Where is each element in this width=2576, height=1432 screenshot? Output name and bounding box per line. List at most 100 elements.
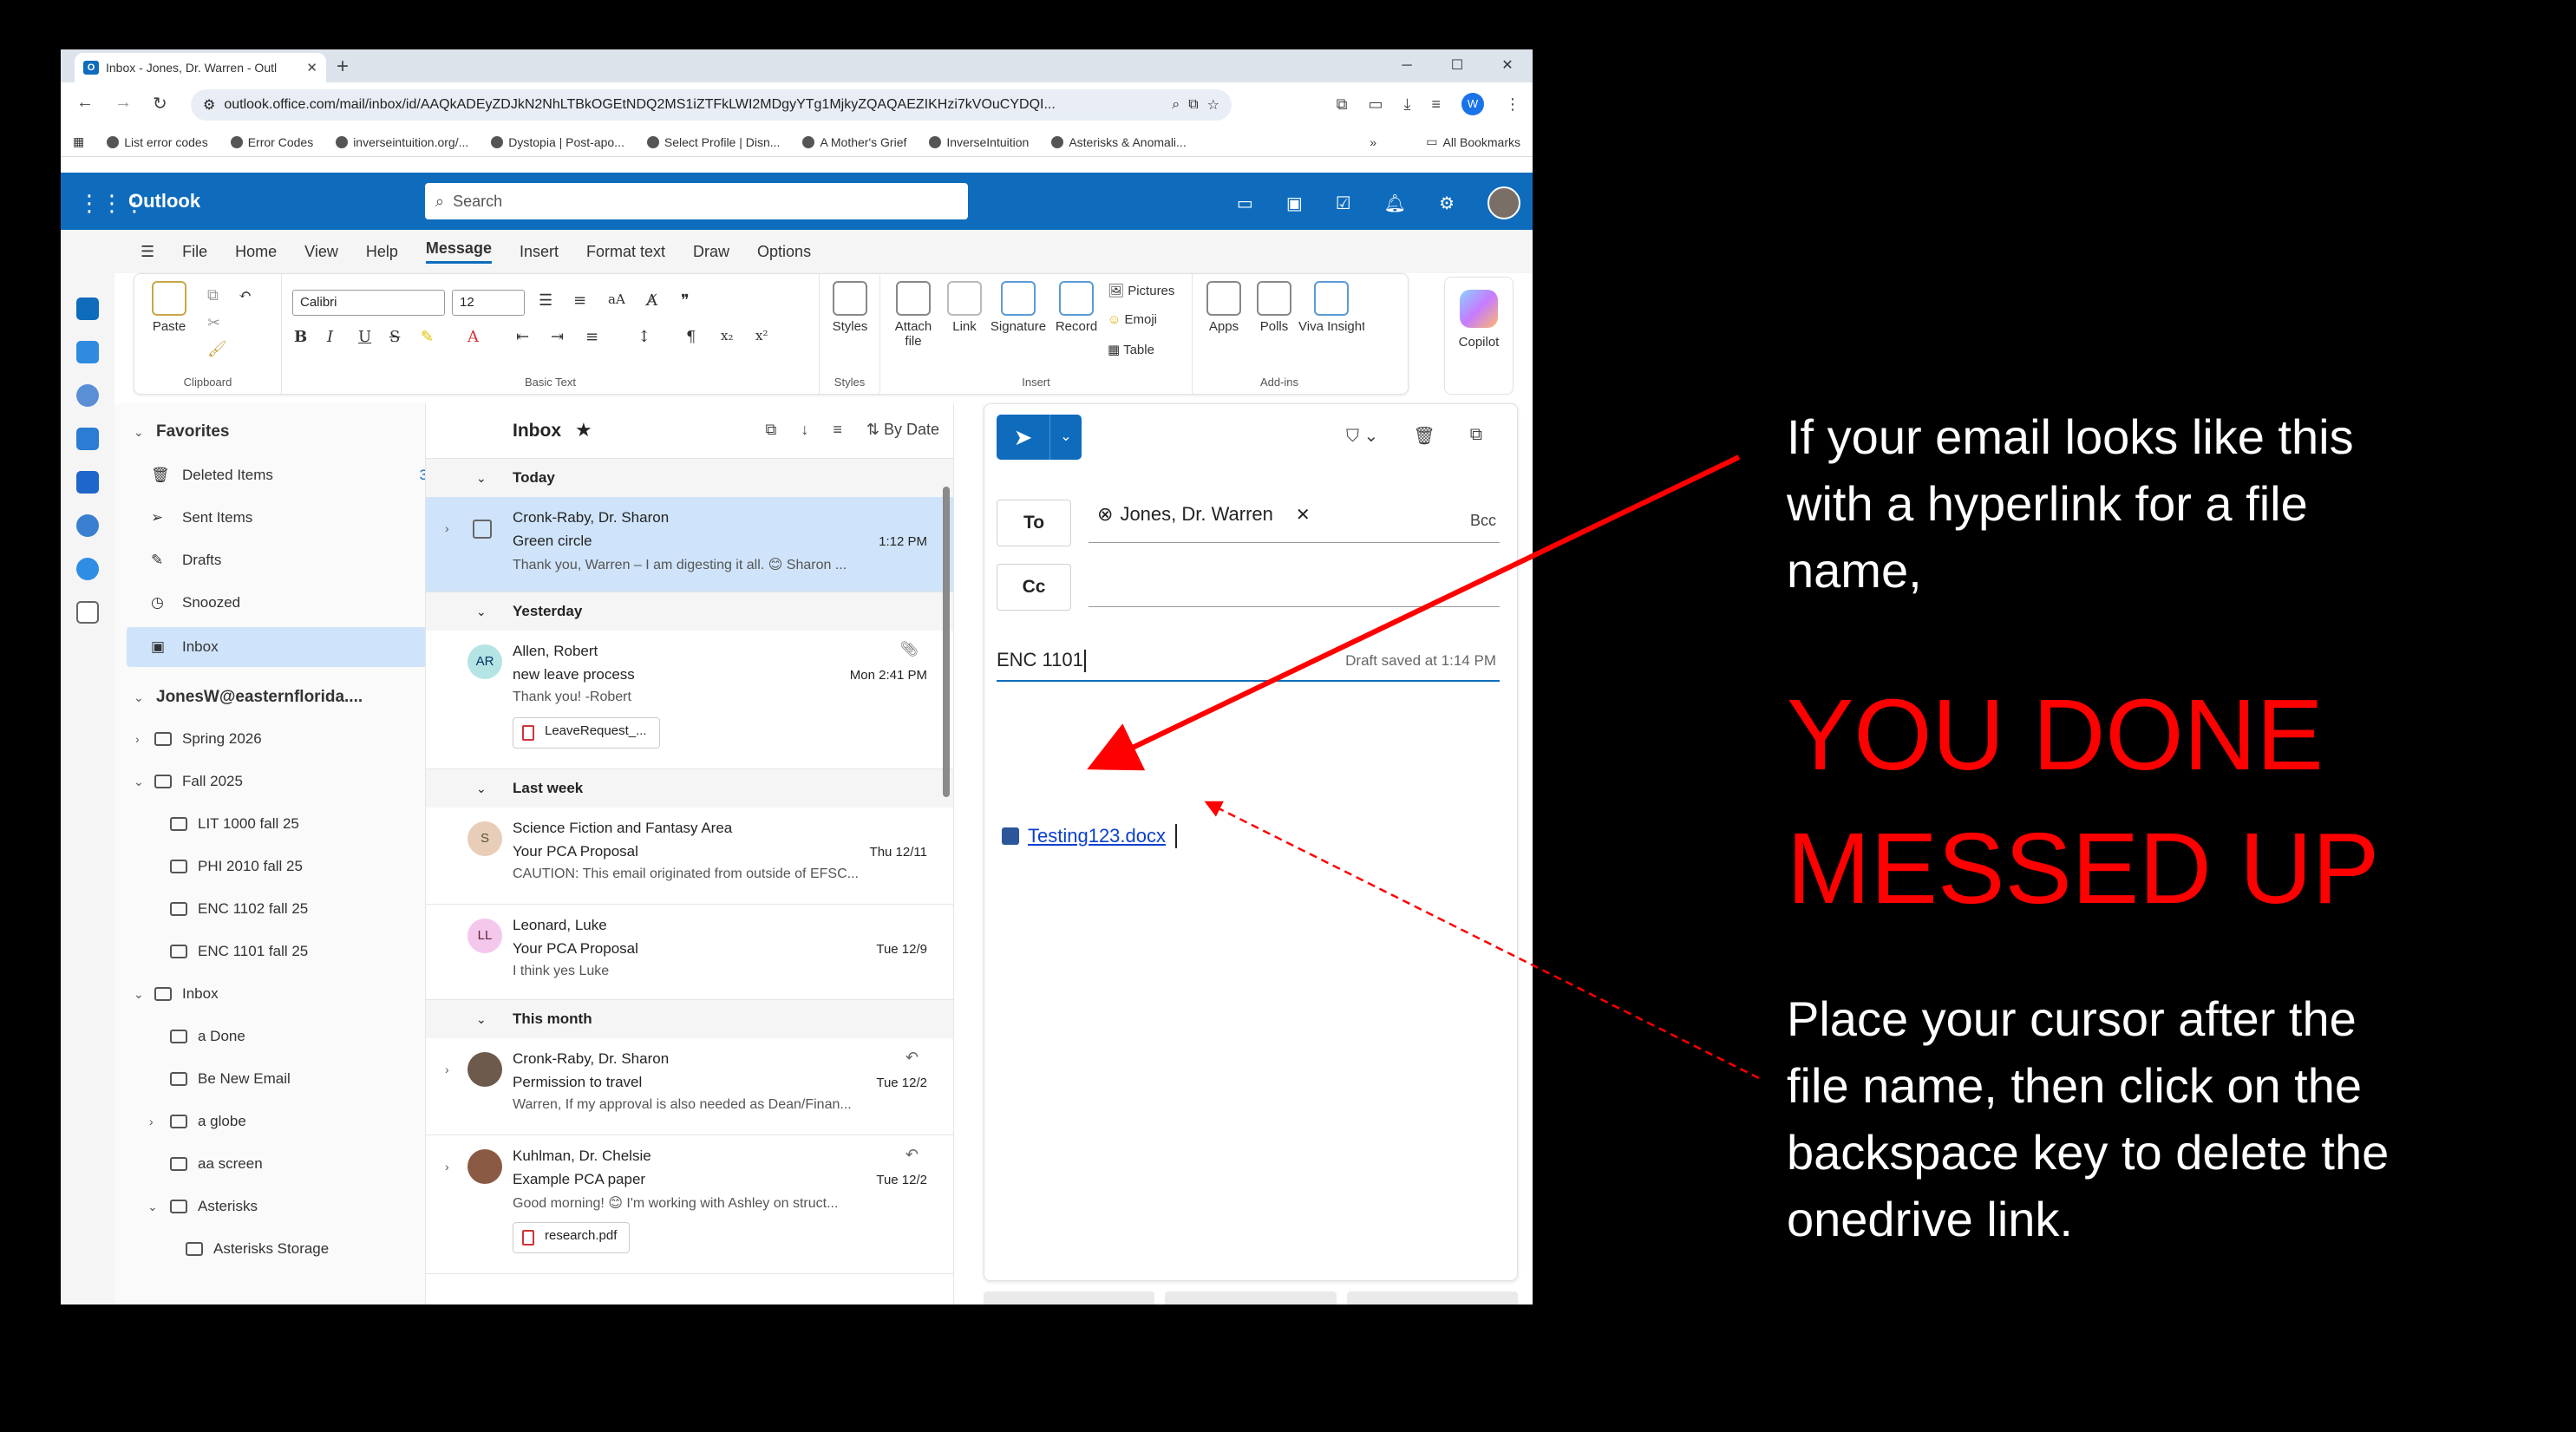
minimize-icon[interactable]: ─ bbox=[1382, 49, 1432, 82]
chevron-right-icon[interactable]: › bbox=[445, 521, 449, 535]
sort-button[interactable]: ⇅ By Date bbox=[866, 421, 939, 439]
record-button[interactable]: Record bbox=[1050, 281, 1102, 334]
attachment-chip[interactable]: LeaveRequest_... bbox=[513, 717, 660, 749]
pictures-button[interactable]: 🖼︎ Pictures bbox=[1108, 283, 1174, 298]
bookmark-item[interactable]: Error Codes bbox=[230, 135, 313, 149]
to-field[interactable]: ⊗ Jones, Dr. Warren ✕ Bcc bbox=[1089, 496, 1500, 543]
folder-tree-item[interactable]: Asterisks Storage bbox=[114, 1231, 461, 1267]
paragraph-icon[interactable]: ¶ bbox=[686, 328, 696, 346]
pop-out-icon[interactable]: ⧉ bbox=[1470, 425, 1482, 447]
outlook-app-icon[interactable]: ▣ bbox=[1286, 193, 1303, 214]
numbering-icon[interactable]: ≡ bbox=[573, 291, 586, 310]
font-size-icon[interactable]: aA bbox=[608, 291, 625, 307]
org-explorer-icon[interactable] bbox=[76, 514, 99, 537]
folder-deleted-items[interactable]: 🗑︎ Deleted Items 309 bbox=[114, 457, 461, 494]
profile-avatar[interactable]: W bbox=[1461, 93, 1484, 115]
folder-tree-item[interactable]: › a globe bbox=[114, 1103, 461, 1140]
tab-message[interactable]: Message bbox=[425, 239, 492, 264]
select-icon[interactable]: ⧉ bbox=[766, 421, 777, 439]
apps-grid-icon[interactable]: ▦ bbox=[73, 134, 84, 149]
draft-tab[interactable] bbox=[1346, 1291, 1518, 1304]
close-window-icon[interactable]: ✕ bbox=[1482, 49, 1533, 82]
onedrive-file-link[interactable]: Testing123.docx bbox=[1002, 824, 1177, 848]
decrease-indent-icon[interactable]: ⇤ bbox=[516, 328, 529, 346]
hamburger-icon[interactable]: ☰ bbox=[141, 243, 154, 261]
site-info-icon[interactable]: ⚙ bbox=[203, 96, 215, 114]
group-header[interactable]: ⌄ Today bbox=[426, 459, 953, 497]
font-select[interactable]: Calibri bbox=[292, 290, 445, 316]
onedrive-icon[interactable] bbox=[76, 558, 99, 580]
todo-icon[interactable]: ☑ bbox=[1336, 193, 1351, 214]
cast-icon[interactable]: ▭ bbox=[1369, 95, 1383, 114]
maximize-icon[interactable]: ☐ bbox=[1432, 49, 1482, 82]
table-button[interactable]: ▦ Table bbox=[1108, 342, 1154, 357]
star-icon[interactable]: ★ bbox=[575, 419, 592, 441]
italic-icon[interactable]: I bbox=[327, 328, 333, 346]
tab-file[interactable]: File bbox=[182, 243, 207, 261]
user-avatar[interactable] bbox=[1487, 186, 1520, 219]
browser-tab[interactable]: O Inbox - Jones, Dr. Warren - Outl ✕ bbox=[75, 53, 326, 82]
cut-icon[interactable]: ✂ bbox=[207, 314, 220, 332]
clear-format-icon[interactable]: A̸ bbox=[646, 291, 657, 310]
quote-icon[interactable]: ❞ bbox=[681, 291, 690, 310]
underline-icon[interactable]: U bbox=[358, 328, 371, 346]
to-button[interactable]: To bbox=[997, 500, 1071, 546]
styles-button[interactable]: Styles bbox=[824, 281, 876, 334]
folder-tree-item[interactable]: aa screen bbox=[114, 1146, 461, 1182]
send-options-icon[interactable]: ⌄ bbox=[1050, 415, 1082, 460]
more-bookmarks-icon[interactable]: » bbox=[1370, 135, 1376, 149]
superscript-icon[interactable]: x² bbox=[755, 328, 768, 343]
folder-tree-item[interactable]: ENC 1101 fall 25 bbox=[114, 933, 461, 970]
format-painter-icon[interactable]: 🖌︎ bbox=[207, 340, 227, 358]
bcc-button[interactable]: Bcc bbox=[1470, 512, 1496, 530]
select-checkbox[interactable] bbox=[473, 520, 492, 539]
list-item[interactable]: › Kuhlman, Dr. Chelsie ↶ Example PCA pap… bbox=[426, 1135, 953, 1274]
scrollbar[interactable] bbox=[943, 487, 950, 797]
menu-icon[interactable]: ⋮ bbox=[1505, 95, 1520, 114]
copy-icon[interactable]: ⧉ bbox=[207, 286, 219, 304]
paste-button[interactable]: Paste bbox=[143, 281, 195, 334]
align-icon[interactable]: ≡ bbox=[585, 328, 598, 346]
send-icon[interactable]: ➤ bbox=[997, 415, 1050, 460]
chevron-right-icon[interactable]: › bbox=[445, 1063, 449, 1076]
apps-button[interactable]: Apps bbox=[1198, 281, 1250, 334]
account-header[interactable]: ⌄ JonesW@easternflorida.... bbox=[114, 679, 461, 716]
people-icon[interactable] bbox=[76, 384, 99, 407]
remove-recipient-icon[interactable]: ✕ bbox=[1296, 504, 1311, 526]
filter-icon[interactable]: ≡ bbox=[833, 421, 842, 439]
tab-format-text[interactable]: Format text bbox=[586, 243, 665, 261]
back-icon[interactable]: ← bbox=[76, 93, 94, 113]
bookmark-item[interactable]: List error codes bbox=[107, 135, 208, 149]
bookmark-item[interactable]: Select Profile | Disn... bbox=[646, 135, 780, 149]
tab-insert[interactable]: Insert bbox=[520, 243, 559, 261]
all-bookmarks[interactable]: ▭ All Bookmarks bbox=[1426, 134, 1520, 149]
cc-field[interactable] bbox=[1089, 560, 1500, 607]
teams-chat-icon[interactable]: ▭ bbox=[1237, 193, 1253, 214]
undo-icon[interactable]: ↶ bbox=[239, 286, 252, 304]
folder-tree-item[interactable]: ⌄ Inbox bbox=[114, 976, 461, 1012]
line-spacing-icon[interactable]: ↕ bbox=[637, 328, 651, 346]
chevron-right-icon[interactable]: › bbox=[445, 1160, 449, 1174]
bold-icon[interactable]: B bbox=[294, 328, 307, 346]
tab-help[interactable]: Help bbox=[366, 243, 398, 261]
send-button[interactable]: ➤ ⌄ bbox=[997, 415, 1082, 460]
draft-tab[interactable] bbox=[1165, 1291, 1337, 1304]
subject-field[interactable]: ENC 1101 Draft saved at 1:14 PM bbox=[997, 637, 1500, 682]
bookmark-item[interactable]: inverseintuition.org/... bbox=[336, 135, 468, 149]
bell-icon[interactable]: 🔔︎ bbox=[1384, 193, 1406, 214]
sensitivity-icon[interactable]: ⛉ ⌄ bbox=[1346, 425, 1378, 447]
folder-tree-item[interactable]: ENC 1102 fall 25 bbox=[114, 891, 461, 927]
todo-app-icon[interactable] bbox=[76, 428, 99, 450]
list-item[interactable]: › Cronk-Raby, Dr. Sharon ↶ Permission to… bbox=[426, 1038, 953, 1135]
group-header[interactable]: ⌄ Last week bbox=[426, 769, 953, 808]
bookmark-item[interactable]: Asterisks & Anomali... bbox=[1051, 135, 1187, 149]
favorites-header[interactable]: ⌄ Favorites bbox=[114, 414, 461, 450]
subscript-icon[interactable]: x₂ bbox=[721, 328, 733, 343]
bookmark-item[interactable]: InverseIntuition bbox=[929, 135, 1029, 149]
font-color-icon[interactable]: A bbox=[467, 328, 479, 346]
attachment-chip[interactable]: research.pdf bbox=[513, 1222, 631, 1253]
bookmark-item[interactable]: A Mother's Grief bbox=[802, 135, 906, 149]
file-link-text[interactable]: Testing123.docx bbox=[1028, 825, 1166, 847]
highlight-icon[interactable]: ✎ bbox=[421, 328, 434, 346]
group-header[interactable]: ⌄ Yesterday bbox=[426, 592, 953, 631]
